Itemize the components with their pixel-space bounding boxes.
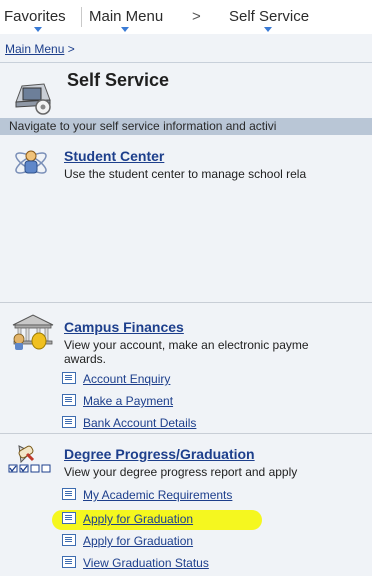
list-item-icon — [62, 394, 76, 406]
page-title: Self Service — [67, 70, 170, 90]
list-item-icon — [62, 372, 76, 384]
campus-finances-description-line1: View your account, make an electronic pa… — [64, 338, 309, 352]
student-center-section: Student Center Use the student center to… — [0, 136, 372, 303]
campus-finances-section: Campus Finances View your account, make … — [0, 303, 372, 434]
apply-for-graduation-link-2[interactable]: Apply for Graduation — [62, 534, 193, 548]
top-navigation-bar: Favorites Main Menu > Self Service — [0, 0, 372, 35]
account-enquiry-link[interactable]: Account Enquiry — [62, 372, 170, 386]
student-center-icon — [15, 150, 47, 174]
campus-finances-icon — [12, 314, 54, 350]
self-service-icon — [15, 83, 51, 115]
list-item-icon — [62, 512, 76, 524]
main-menu[interactable]: Main Menu — [89, 8, 163, 25]
list-item-icon — [62, 556, 76, 568]
bank-account-details-link[interactable]: Bank Account Details — [62, 416, 196, 430]
link-label[interactable]: Apply for Graduation — [83, 534, 193, 548]
student-center-link[interactable]: Student Center — [64, 148, 164, 164]
campus-finances-link[interactable]: Campus Finances — [64, 319, 184, 335]
list-item-icon — [62, 488, 76, 500]
list-item-icon — [62, 416, 76, 428]
breadcrumb-main-menu-link[interactable]: Main Menu — [5, 42, 64, 56]
breadcrumb: Main Menu > — [5, 42, 75, 56]
content-pane: Main Menu > Self Service Navigate to you… — [0, 34, 372, 576]
link-label[interactable]: Bank Account Details — [83, 416, 196, 430]
chevron-down-icon[interactable] — [264, 27, 272, 32]
favorites-menu[interactable]: Favorites — [4, 8, 66, 25]
page-description: Navigate to your self service informatio… — [9, 119, 277, 133]
breadcrumb-separator: > — [67, 42, 75, 56]
my-academic-requirements-link[interactable]: My Academic Requirements — [62, 488, 232, 502]
make-a-payment-link[interactable]: Make a Payment — [62, 394, 173, 408]
nav-divider — [81, 7, 82, 27]
student-center-description: Use the student center to manage school … — [64, 167, 307, 181]
page-description-bar: Navigate to your self service informatio… — [0, 118, 372, 135]
degree-progress-link[interactable]: Degree Progress/Graduation — [64, 446, 255, 462]
link-label[interactable]: Apply for Graduation — [83, 512, 193, 526]
degree-progress-description: View your degree progress report and app… — [64, 465, 298, 479]
link-label[interactable]: Account Enquiry — [83, 372, 170, 386]
link-label[interactable]: View Graduation Status — [83, 556, 209, 570]
chevron-down-icon[interactable] — [121, 27, 129, 32]
divider — [0, 62, 372, 63]
chevron-down-icon[interactable] — [34, 27, 42, 32]
link-label[interactable]: Make a Payment — [83, 394, 173, 408]
degree-progress-section: Degree Progress/Graduation View your deg… — [0, 434, 372, 576]
list-item-icon — [62, 534, 76, 546]
nav-separator: > — [192, 8, 201, 25]
apply-for-graduation-link[interactable]: Apply for Graduation — [62, 512, 193, 526]
campus-finances-description-line2: awards. — [64, 352, 107, 366]
self-service-menu[interactable]: Self Service — [229, 8, 309, 25]
link-label[interactable]: My Academic Requirements — [83, 488, 232, 502]
view-graduation-status-link[interactable]: View Graduation Status — [62, 556, 209, 570]
degree-progress-icon — [8, 445, 51, 473]
